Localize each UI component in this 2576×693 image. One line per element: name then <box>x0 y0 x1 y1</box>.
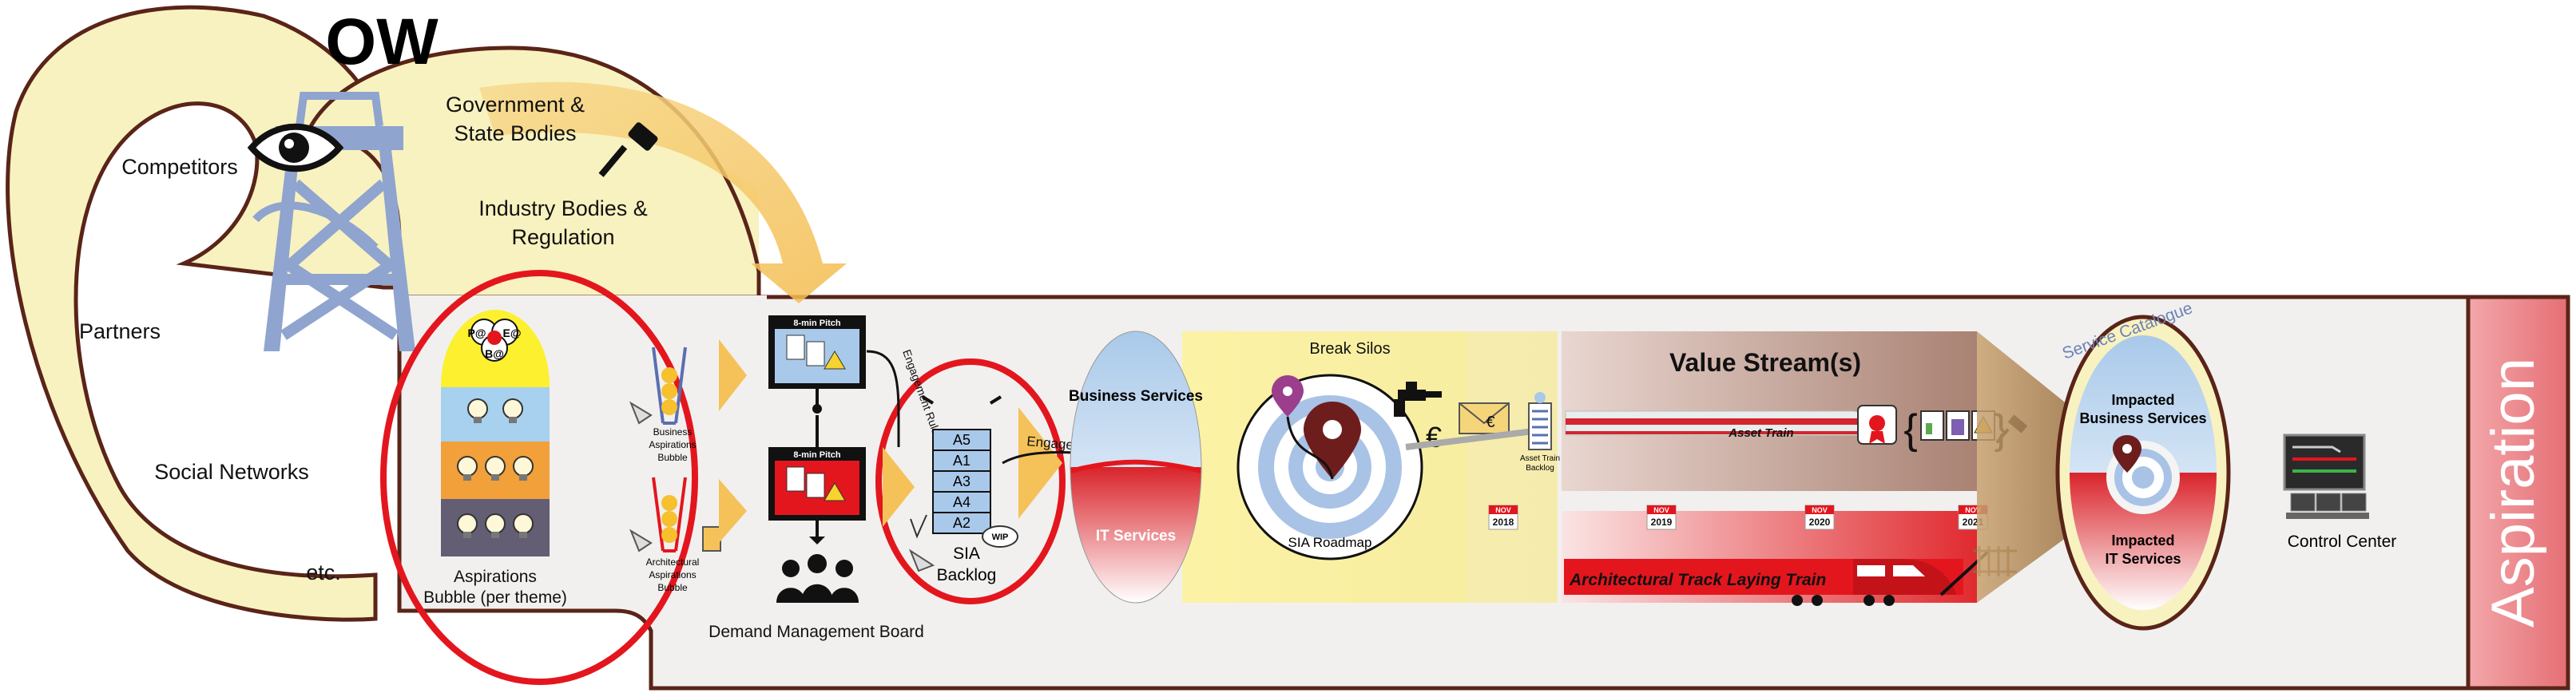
pitch-divider <box>816 415 819 449</box>
break-silos-label: Break Silos <box>1309 340 1390 358</box>
milestone-month: NOV <box>1495 506 1511 514</box>
asset-train-backlog-label-line2: Backlog <box>1526 464 1554 473</box>
currency-symbol: € <box>1426 421 1442 453</box>
demand-board-label: Demand Management Board <box>708 623 924 641</box>
control-center-icon <box>2283 434 2369 519</box>
token-b: B@ <box>485 347 504 360</box>
wip-label: WIP <box>992 533 1009 542</box>
business-services-label: Business Services <box>1069 388 1203 405</box>
milestone-month: NOV <box>1653 506 1669 514</box>
aspirations-bubble-label-line2: Bubble (per theme) <box>423 588 567 607</box>
asset-train-backlog-label-line1: Asset Train <box>1520 454 1560 463</box>
sia-backlog-label-line1: SIA <box>953 544 980 563</box>
impacted-it-label-line1: Impacted <box>2111 533 2174 548</box>
asset-train-label: Asset Train <box>1728 426 1793 440</box>
partners-label: Partners <box>79 319 161 343</box>
business-bubble-label-line1: Business <box>653 426 693 438</box>
ow-title: OW <box>325 6 439 78</box>
milestone-year: 2018 <box>1493 517 1514 528</box>
token-e: E@ <box>503 327 522 339</box>
industry-label-line1: Industry Bodies & <box>478 196 648 220</box>
impacted-business-label-line1: Impacted <box>2111 392 2174 408</box>
eye-icon <box>247 123 344 172</box>
government-label-line2: State Bodies <box>454 121 576 145</box>
architectural-bubble-label-line3: Bubble <box>657 582 688 593</box>
industry-label-line2: Regulation <box>511 225 614 249</box>
service-catalogue <box>2055 315 2231 631</box>
track-train-label: Architectural Track Laying Train <box>1569 571 1826 589</box>
sia-roadmap-label: SIA Roadmap <box>1288 535 1372 550</box>
aspirations-bubble-label-line1: Aspirations <box>454 568 537 586</box>
backlog-item-label: A2 <box>953 515 970 531</box>
impacted-business-label-line2: Business Services <box>2079 410 2206 426</box>
business-bubble-label-line3: Bubble <box>657 452 688 463</box>
token-p: P@ <box>468 327 486 339</box>
aspiration-process-diagram: Aspiration OW Competitors Partners Socia… <box>0 0 2576 693</box>
backlog-item-label: A4 <box>953 494 970 510</box>
backlog-item-label: A1 <box>953 453 970 469</box>
etc-label: etc. <box>306 560 341 584</box>
value-stream-title: Value Stream(s) <box>1669 348 1861 377</box>
business-bubble-label-line2: Aspirations <box>649 439 696 450</box>
pitch-label-1: 8-min Pitch <box>793 319 841 328</box>
control-center-label: Control Center <box>2288 533 2397 551</box>
envelope-currency: € <box>1486 414 1494 431</box>
sia-backlog-label-line2: Backlog <box>937 566 997 584</box>
asset-train <box>1565 410 1886 436</box>
backlog-item-label: A5 <box>953 432 970 448</box>
architectural-bubble-label-line2: Aspirations <box>649 569 696 580</box>
backlog-item-label: A3 <box>953 473 970 489</box>
competitors-label: Competitors <box>121 155 238 179</box>
wip-badge: WIP <box>982 525 1018 548</box>
social-networks-label: Social Networks <box>154 460 309 484</box>
pitch-label-2: 8-min Pitch <box>793 450 841 460</box>
aspiration-tab: Aspiration <box>2466 295 2570 691</box>
certificate-icon <box>1857 405 1897 445</box>
backlog-items: A5 A1 A3 A4 A2 <box>932 429 991 534</box>
services-cylinder <box>1070 331 1202 604</box>
milestone-year: 2019 <box>1651 517 1673 528</box>
envelope-icon <box>1459 402 1510 434</box>
aspiration-tab-label: Aspiration <box>2479 358 2547 628</box>
milestone-month: NOV <box>1812 506 1828 514</box>
milestone-year: 2020 <box>1809 517 1831 528</box>
architectural-bubble-label-line1: Architectural <box>646 556 700 568</box>
impacted-it-label-line2: IT Services <box>2105 551 2181 567</box>
brace-open: { <box>1903 406 1917 453</box>
government-label-line1: Government & <box>446 93 585 117</box>
it-services-label: IT Services <box>1096 528 1176 544</box>
